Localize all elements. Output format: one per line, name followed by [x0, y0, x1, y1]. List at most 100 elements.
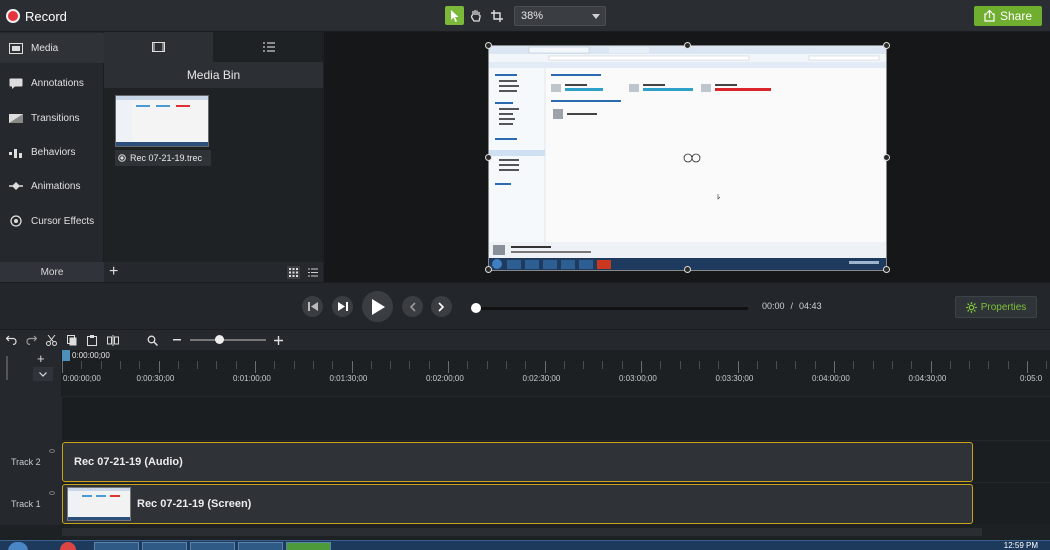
zoom-in-button[interactable]: [271, 333, 285, 347]
sidebar-item-cursor-effects[interactable]: Cursor Effects: [0, 206, 104, 236]
share-button[interactable]: Share: [974, 6, 1042, 26]
previous-marker-button[interactable]: [402, 296, 423, 317]
ruler-tick: [62, 361, 63, 373]
ruler-tick: [756, 361, 758, 369]
track-handle[interactable]: [6, 356, 12, 380]
start-button[interactable]: [8, 542, 28, 550]
clip-title: Rec 07-21-19 (Audio): [74, 456, 183, 468]
playback-controls: 00:00 / 04:43 Properties: [0, 282, 1050, 330]
ruler-tick: [312, 361, 314, 369]
select-tool-button[interactable]: [445, 6, 464, 25]
film-icon: [152, 42, 165, 52]
share-label: Share: [999, 9, 1033, 23]
collapse-tracks-button[interactable]: [33, 367, 53, 381]
pan-tool-button[interactable]: [466, 6, 485, 25]
taskbar-app-button[interactable]: [238, 542, 283, 550]
media-thumbnail[interactable]: [115, 95, 209, 147]
list-icon: [262, 42, 275, 52]
tab-media-bin[interactable]: [104, 32, 213, 62]
ruler-tick: [505, 361, 507, 369]
add-track-icon[interactable]: +: [37, 352, 45, 365]
ruler-tick: [641, 361, 642, 373]
annotation-icon: [9, 77, 23, 89]
ruler-tick: [911, 361, 913, 369]
ruler-tick: [139, 361, 141, 369]
playhead-marker[interactable]: [62, 350, 70, 361]
timeline-ruler[interactable]: + 0:00:00;00 0:00:00;00 0:00:30;00 0:01:00…: [0, 350, 1050, 396]
sidebar-item-animations[interactable]: Animations: [0, 171, 104, 201]
copy-button[interactable]: [65, 333, 79, 347]
resize-handle[interactable]: [684, 42, 691, 49]
track-header-empty: [0, 397, 62, 441]
grid-view-icon[interactable]: [287, 266, 300, 279]
ruler-tick: [583, 361, 585, 369]
timeline-scrollbar[interactable]: [62, 528, 982, 536]
taskbar-app-button[interactable]: [286, 542, 331, 550]
scrubber-handle[interactable]: [471, 303, 481, 313]
screen-recording-preview[interactable]: [488, 45, 887, 271]
taskbar-app-button[interactable]: [190, 542, 235, 550]
screen-clip[interactable]: Rec 07-21-19 (Screen): [62, 484, 973, 524]
clip-title: Rec 07-21-19 (Screen): [137, 498, 252, 510]
track-label[interactable]: Track 1: [0, 483, 62, 525]
tab-library[interactable]: [214, 32, 323, 62]
tools-sidebar: Media Annotations Transitions Behaviors …: [0, 32, 104, 282]
add-media-icon[interactable]: +: [109, 263, 118, 280]
total-duration: 04:43: [799, 301, 822, 311]
audio-clip[interactable]: Rec 07-21-19 (Audio): [62, 442, 973, 482]
resize-handle[interactable]: [485, 154, 492, 161]
playback-scrubber[interactable]: [476, 307, 748, 310]
step-back-button[interactable]: [302, 296, 323, 317]
taskbar-app-button[interactable]: [60, 542, 76, 550]
split-button[interactable]: [106, 333, 120, 347]
resize-handle[interactable]: [485, 42, 492, 49]
zoom-dropdown[interactable]: 38%: [514, 6, 606, 26]
taskbar-app-button[interactable]: [142, 542, 187, 550]
step-forward-button[interactable]: [332, 296, 353, 317]
list-view-icon[interactable]: [306, 266, 319, 279]
taskbar-app-button[interactable]: [94, 542, 139, 550]
properties-button[interactable]: Properties: [955, 296, 1037, 318]
ruler-tick: [602, 361, 604, 369]
behaviors-icon: [9, 146, 23, 158]
animation-icon: [9, 180, 23, 192]
next-marker-button[interactable]: [431, 296, 452, 317]
ruler-tick: [448, 361, 449, 373]
ruler-tick: [795, 361, 797, 369]
ruler-tick: [409, 361, 411, 369]
paste-button[interactable]: [85, 333, 99, 347]
sidebar-item-behaviors[interactable]: Behaviors: [0, 137, 104, 167]
cut-button[interactable]: [44, 333, 58, 347]
resize-handle[interactable]: [883, 266, 890, 273]
ruler-tick: [177, 361, 179, 369]
zoom-button[interactable]: [145, 333, 159, 347]
sidebar-item-annotations[interactable]: Annotations: [0, 68, 104, 98]
timeline-zoom-slider[interactable]: [190, 339, 266, 341]
sidebar-item-label: Annotations: [31, 77, 84, 89]
clip-thumbnail: [67, 487, 131, 521]
taskbar-clock: 12:59 PM: [1003, 541, 1038, 550]
track-label[interactable]: Track 2: [0, 441, 62, 483]
ruler-tick: [351, 361, 353, 373]
eye-icon[interactable]: [49, 449, 55, 453]
media-item[interactable]: Rec 07-21-19.trec: [115, 150, 211, 166]
sidebar-item-media[interactable]: Media: [0, 33, 104, 63]
resize-handle[interactable]: [485, 266, 492, 273]
more-button[interactable]: More: [0, 262, 104, 282]
resize-handle[interactable]: [883, 42, 890, 49]
resize-handle[interactable]: [883, 154, 890, 161]
top-toolbar: Record 38% Share: [0, 0, 1050, 32]
crop-tool-button[interactable]: [487, 6, 506, 25]
ruler-tick: [949, 361, 951, 369]
sidebar-item-transitions[interactable]: Transitions: [0, 103, 104, 133]
zoom-slider-handle[interactable]: [215, 335, 224, 344]
eye-icon[interactable]: [49, 491, 55, 495]
zoom-out-button[interactable]: [170, 333, 184, 347]
resize-handle[interactable]: [684, 266, 691, 273]
sidebar-item-label: Behaviors: [31, 146, 76, 158]
ruler-tick: [525, 361, 527, 369]
record-button[interactable]: Record: [6, 7, 67, 25]
redo-button[interactable]: [24, 333, 38, 347]
play-button[interactable]: [362, 291, 393, 322]
undo-button[interactable]: [4, 333, 18, 347]
